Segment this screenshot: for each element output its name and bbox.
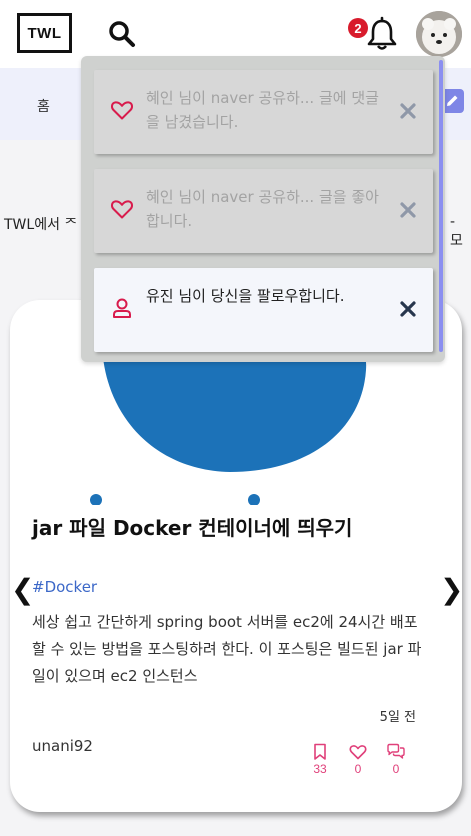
user-icon bbox=[110, 296, 134, 320]
like-count: 0 bbox=[354, 762, 362, 776]
post-excerpt: 세상 쉽고 간단하게 spring boot 서버를 ec2에 24시간 배포할… bbox=[32, 613, 422, 685]
notification-item[interactable]: 혜인 님이 naver 공유하... 글에 댓글을 남겼습니다. bbox=[94, 70, 433, 154]
post-tag[interactable]: #Docker bbox=[32, 578, 97, 596]
intro-text-right: - 모 bbox=[450, 214, 463, 249]
heart-icon bbox=[110, 197, 134, 221]
avatar[interactable] bbox=[416, 11, 462, 57]
close-icon[interactable] bbox=[399, 201, 417, 219]
site-logo[interactable]: TWL bbox=[17, 13, 72, 53]
carousel-next-button[interactable]: ❯ bbox=[440, 576, 463, 604]
search-icon[interactable] bbox=[106, 18, 138, 50]
logo-text: TWL bbox=[27, 24, 62, 42]
nav-home-tab[interactable]: 홈 bbox=[37, 96, 50, 116]
post-card[interactable]: jar 파일 Docker 컨테이너에 띄우기 #Docker 세상 쉽고 간단… bbox=[10, 300, 462, 812]
bookmark-stat[interactable]: 33 bbox=[306, 743, 334, 776]
comments-icon bbox=[387, 743, 405, 759]
notification-text: 유진 님이 당신을 팔로우합니다. bbox=[146, 287, 345, 305]
notification-count-badge: 2 bbox=[348, 18, 368, 38]
intro-text: TWL에서 ᄌ bbox=[4, 217, 78, 233]
post-author[interactable]: unani92 bbox=[32, 737, 93, 755]
bell-icon[interactable] bbox=[364, 16, 400, 52]
close-icon[interactable] bbox=[399, 300, 417, 318]
comment-stat[interactable]: 0 bbox=[382, 743, 410, 776]
close-icon[interactable] bbox=[399, 102, 417, 120]
post-title[interactable]: jar 파일 Docker 컨테이너에 띄우기 bbox=[32, 512, 352, 541]
comment-count: 0 bbox=[392, 762, 400, 776]
notification-scrollbar[interactable] bbox=[439, 60, 443, 352]
notification-item[interactable]: 혜인 님이 naver 공유하... 글을 좋아합니다. bbox=[94, 169, 433, 253]
notification-item[interactable]: 유진 님이 당신을 팔로우합니다. bbox=[94, 268, 433, 352]
heart-icon bbox=[110, 98, 134, 122]
notification-text: 혜인 님이 naver 공유하... 글을 좋아합니다. bbox=[146, 188, 379, 230]
heart-icon bbox=[349, 745, 367, 760]
like-stat[interactable]: 0 bbox=[344, 743, 372, 776]
bookmark-icon bbox=[314, 743, 326, 760]
post-date: 5일 전 bbox=[379, 710, 416, 725]
notification-text: 혜인 님이 naver 공유하... 글에 댓글을 남겼습니다. bbox=[146, 89, 379, 131]
bookmark-count: 33 bbox=[313, 762, 327, 776]
carousel-prev-button[interactable]: ❮ bbox=[11, 576, 34, 604]
